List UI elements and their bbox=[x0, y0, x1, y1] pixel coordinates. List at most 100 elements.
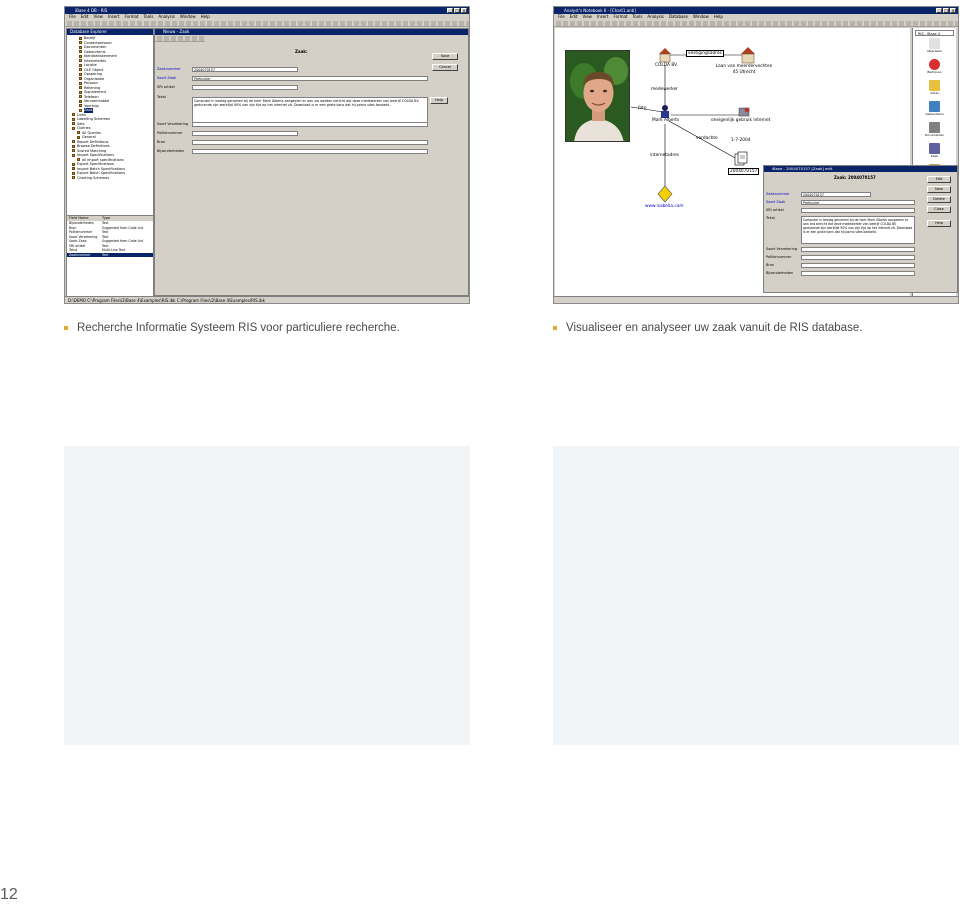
field-input[interactable]: Particulier bbox=[192, 75, 428, 81]
page-number: 12 bbox=[0, 886, 18, 903]
menu-item[interactable]: Tools bbox=[633, 14, 643, 20]
save-button[interactable]: Save bbox=[432, 53, 458, 60]
graph-label-case: 2004070157 bbox=[728, 168, 760, 175]
menu-item[interactable]: Edit bbox=[570, 14, 578, 20]
minimize-icon[interactable]: _ bbox=[936, 8, 942, 13]
folder-icon bbox=[79, 63, 82, 67]
field-input[interactable] bbox=[801, 254, 915, 260]
menu-item[interactable]: Analysis bbox=[647, 14, 663, 20]
folder-icon bbox=[72, 144, 75, 148]
database-explorer: Database Explorer Bedrijf Contactpersoon D… bbox=[66, 28, 154, 298]
palette-item[interactable]: Documenten bbox=[913, 122, 956, 141]
menu-item[interactable]: Window bbox=[693, 14, 709, 20]
field-input[interactable] bbox=[801, 246, 915, 252]
palette-item[interactable]: Afspraken bbox=[913, 38, 956, 57]
menu-item[interactable]: Insert bbox=[108, 14, 119, 20]
close-icon[interactable]: × bbox=[461, 8, 467, 13]
menu-item[interactable]: File bbox=[69, 14, 76, 20]
folder-icon bbox=[79, 36, 82, 40]
field-label: SRI artikel bbox=[766, 208, 784, 212]
dossier-heading: Zaak: 2004070157 bbox=[834, 175, 876, 180]
dossier-close-button[interactable]: Close bbox=[927, 206, 951, 213]
menu-item[interactable]: View bbox=[93, 14, 103, 20]
menu-item[interactable]: Format bbox=[124, 14, 138, 20]
graph-label-photo: foto bbox=[638, 106, 647, 111]
menu-item[interactable]: Help bbox=[201, 14, 210, 20]
form-row: Zaaknummer 2004070157 bbox=[155, 66, 468, 72]
form-row: Soort Zaak Particulier bbox=[155, 75, 468, 81]
palette-item[interactable]: Adres bbox=[913, 80, 956, 99]
field-label: Bron bbox=[766, 263, 775, 267]
help-button[interactable]: Help bbox=[430, 97, 448, 104]
anb-window-title: Analyst's Notebook 6 - [Chart1.anb] bbox=[564, 8, 636, 13]
menu-item[interactable]: Analysis bbox=[158, 14, 174, 20]
form-row: Bijzonderheden bbox=[155, 148, 468, 154]
form-row: Bron bbox=[764, 262, 957, 268]
maximize-icon[interactable]: □ bbox=[454, 8, 460, 13]
graph-label-internet-address: internetadres bbox=[650, 153, 679, 158]
zaak-form-toolbar[interactable] bbox=[155, 35, 205, 42]
field-label: SRI artikel bbox=[157, 85, 175, 89]
menu-item[interactable]: Edit bbox=[81, 14, 89, 20]
graph-label-website[interactable]: www.isabella.com bbox=[645, 204, 684, 209]
anb-toolbar[interactable] bbox=[554, 20, 958, 27]
folder-icon bbox=[79, 95, 82, 99]
menu-item[interactable]: Format bbox=[613, 14, 627, 20]
menu-item[interactable]: View bbox=[582, 14, 592, 20]
table-row[interactable]: Zaaknummer Text bbox=[67, 252, 153, 257]
field-input[interactable] bbox=[801, 207, 915, 213]
field-input[interactable] bbox=[801, 270, 915, 276]
folder-icon bbox=[79, 77, 82, 81]
dossier-delete-button[interactable]: Delete bbox=[927, 196, 951, 203]
tekst-textarea[interactable]: Computer in beslag genomen bij de heer M… bbox=[192, 97, 428, 123]
caption-left: Recherche Informatie Systeem RIS voor pa… bbox=[64, 320, 400, 336]
minimize-icon[interactable]: _ bbox=[447, 8, 453, 13]
graph-label-company: COLDA BV bbox=[655, 63, 678, 68]
person-icon bbox=[661, 105, 669, 118]
folder-icon bbox=[79, 81, 82, 85]
menu-item[interactable]: Database bbox=[669, 14, 688, 20]
palette-item-label: Documenten bbox=[924, 133, 945, 137]
dossier-edit-button[interactable]: Edit bbox=[927, 176, 951, 183]
dossier-tekst-textarea[interactable]: Computer in beslag genomen bij de heer M… bbox=[801, 216, 915, 244]
palette-item[interactable]: Bedrijven bbox=[913, 59, 956, 78]
cancel-button[interactable]: Cancel bbox=[432, 64, 458, 71]
palette-item[interactable]: Zaak bbox=[913, 143, 956, 162]
menu-item[interactable]: Window bbox=[180, 14, 196, 20]
maximize-icon[interactable]: □ bbox=[943, 8, 949, 13]
bullet-icon bbox=[553, 326, 557, 330]
field-input[interactable] bbox=[192, 130, 298, 136]
close-icon[interactable]: × bbox=[950, 8, 956, 13]
menu-item[interactable]: Help bbox=[714, 14, 723, 20]
palette-entity-icon bbox=[929, 101, 940, 112]
dossier-help-button[interactable]: Help bbox=[927, 220, 951, 227]
menu-item[interactable]: Tools bbox=[144, 14, 154, 20]
tree-node[interactable]: Charting Schemes bbox=[69, 176, 151, 181]
folder-icon bbox=[79, 86, 82, 90]
folder-icon bbox=[77, 135, 80, 139]
ibase-screenshot: iBase 4 DB - RIS _ □ × File Edit View Insert F… bbox=[64, 6, 470, 304]
folder-icon bbox=[72, 122, 75, 126]
palette-entity-icon bbox=[929, 80, 940, 91]
dossier-new-button[interactable]: New bbox=[927, 186, 951, 193]
field-input[interactable] bbox=[192, 139, 428, 145]
menu-item[interactable]: File bbox=[558, 14, 565, 20]
palette-item[interactable]: Gebeurtenis bbox=[913, 101, 956, 120]
folder-icon bbox=[77, 131, 80, 135]
ibase-toolbar[interactable] bbox=[65, 20, 469, 27]
image-placeholder-right bbox=[553, 446, 959, 745]
field-input[interactable]: Particulier bbox=[801, 199, 915, 205]
caption-left-text: Recherche Informatie Systeem RIS voor pa… bbox=[77, 322, 400, 334]
field-input[interactable] bbox=[192, 84, 298, 90]
caption-right: Visualiseer en analyseer uw zaak vanuit … bbox=[553, 320, 862, 336]
field-input[interactable]: 2004070157 bbox=[801, 191, 871, 197]
field-input[interactable]: 2004070157 bbox=[192, 66, 298, 72]
field-input[interactable] bbox=[192, 148, 428, 154]
palette-entity-icon bbox=[929, 38, 940, 49]
folder-icon bbox=[77, 158, 80, 162]
field-input[interactable] bbox=[801, 262, 915, 268]
menu-item[interactable]: Insert bbox=[597, 14, 608, 20]
field-label: Bijzonderheden bbox=[157, 149, 185, 153]
palette-selector[interactable]: RIS - iBase 4 bbox=[915, 30, 954, 36]
folder-icon bbox=[72, 149, 75, 153]
